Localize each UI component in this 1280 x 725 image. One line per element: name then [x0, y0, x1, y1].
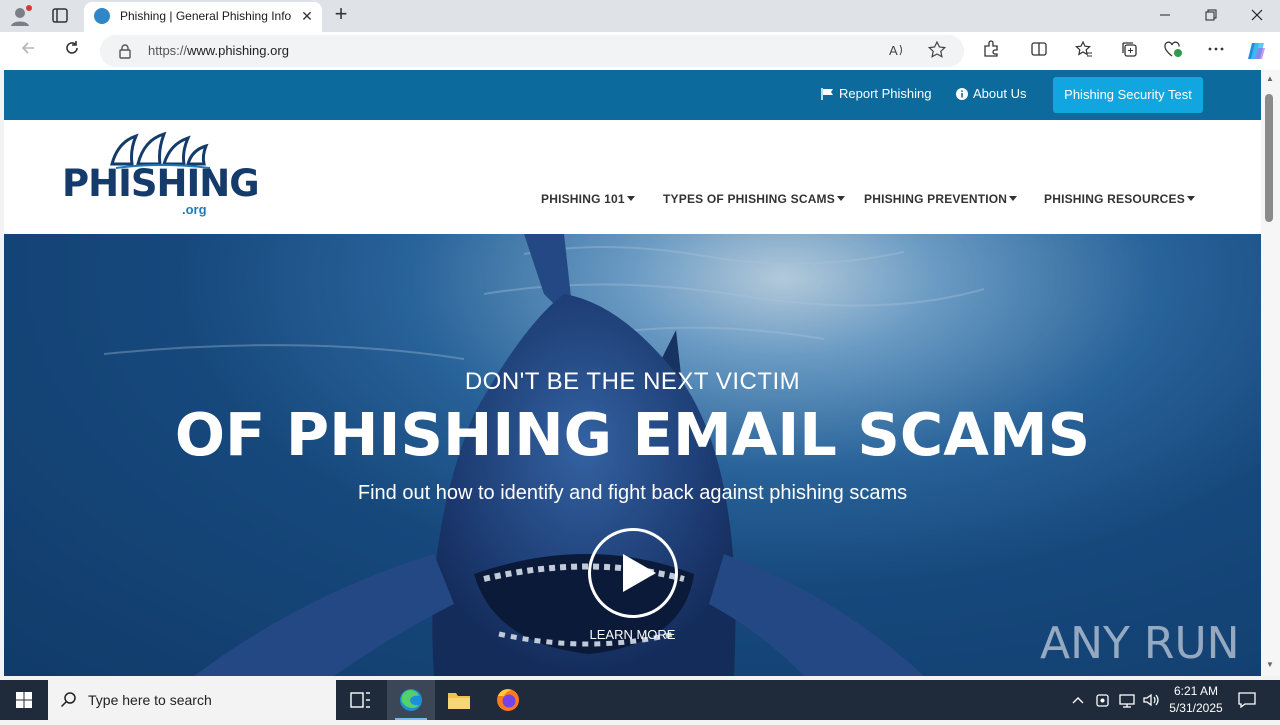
menu-phishing-prevention[interactable]: PHISHING PREVENTION [864, 192, 1018, 206]
logo-wordmark: PHISHING [62, 162, 260, 205]
minimize-button[interactable] [1150, 4, 1180, 28]
menu-phishing-resources[interactable]: PHISHING RESOURCES [1044, 192, 1195, 206]
volume-icon[interactable] [1141, 690, 1161, 710]
clock-date: 5/31/2025 [1169, 701, 1223, 715]
favorite-star-icon[interactable] [926, 40, 948, 61]
tab-close-icon[interactable]: ✕ [300, 9, 314, 23]
watermark-text: ANY RUN [1040, 618, 1238, 669]
browser-tab-active[interactable]: Phishing | General Phishing Infor ✕ [84, 2, 322, 32]
caret-down-icon [836, 196, 845, 201]
hero-title: OF PHISHING EMAIL SCAMS [174, 400, 1091, 469]
hero-banner: DON'T BE THE NEXT VICTIM OF PHISHING EMA… [4, 234, 1261, 676]
split-screen-icon[interactable] [1027, 40, 1051, 62]
browser-title-bar: Phishing | General Phishing Infor ✕ + [0, 0, 1280, 32]
back-arrow-icon[interactable] [14, 38, 42, 64]
file-explorer-icon[interactable] [435, 680, 483, 720]
menu-label: PHISHING RESOURCES [1044, 192, 1185, 206]
windows-taskbar: Type here to search 6:21 AM 5/31/2025 [0, 680, 1280, 720]
copilot-icon[interactable] [1245, 40, 1269, 62]
tray-overflow-chevron-icon[interactable] [1070, 690, 1086, 710]
taskbar-search-box[interactable]: Type here to search [48, 680, 336, 720]
caret-down-icon [1009, 196, 1018, 201]
more-options-icon[interactable] [1204, 40, 1228, 62]
browser-toolbar: https://www.phishing.org A [0, 32, 1280, 70]
site-favicon-icon [94, 8, 110, 24]
profile-icon[interactable] [8, 4, 34, 28]
flag-icon [821, 88, 833, 100]
top-utility-bar: Report Phishing About Us Phishing Securi… [4, 70, 1261, 120]
menu-label: PHISHING PREVENTION [864, 192, 1008, 206]
network-icon[interactable] [1117, 690, 1137, 710]
caret-down-icon [626, 196, 635, 201]
search-placeholder: Type here to search [88, 692, 212, 708]
tab-title: Phishing | General Phishing Infor [120, 9, 292, 23]
collections-icon[interactable] [1117, 40, 1141, 62]
menu-label: TYPES OF PHISHING SCAMS [663, 192, 835, 206]
site-header: PHISHING .org PHISHING 101 TYPES OF PHIS… [4, 120, 1261, 234]
caret-down-icon [1186, 196, 1195, 201]
play-icon [623, 554, 656, 592]
report-phishing-link[interactable]: Report Phishing [821, 86, 932, 101]
read-aloud-icon[interactable]: A [886, 41, 908, 61]
play-video-button[interactable] [588, 528, 678, 618]
windows-logo-icon [16, 692, 32, 708]
site-logo[interactable]: PHISHING .org [60, 132, 260, 217]
meet-now-icon[interactable] [1094, 690, 1112, 710]
info-icon [956, 88, 968, 100]
clock-time: 6:21 AM [1173, 684, 1219, 698]
about-us-label: About Us [973, 86, 1027, 101]
page-viewport: Report Phishing About Us Phishing Securi… [4, 70, 1261, 676]
firefox-icon[interactable] [484, 680, 532, 720]
phishing-security-test-button[interactable]: Phishing Security Test [1053, 77, 1203, 113]
system-clock[interactable]: 6:21 AM 5/31/2025 [1162, 683, 1230, 717]
scroll-up-arrow-icon[interactable]: ▲ [1264, 74, 1276, 84]
restore-button[interactable] [1196, 4, 1226, 28]
hero-subtitle: Find out how to identify and fight back … [357, 482, 908, 504]
menu-label: PHISHING 101 [541, 192, 625, 206]
close-window-button[interactable] [1242, 4, 1272, 28]
report-phishing-label: Report Phishing [839, 86, 932, 101]
page-scrollbar[interactable]: ▲ ▼ [1261, 70, 1280, 676]
logo-org-suffix: .org [182, 202, 207, 217]
menu-phishing-101[interactable]: PHISHING 101 [541, 192, 635, 206]
task-view-icon[interactable] [336, 680, 384, 720]
url-text[interactable]: https://www.phishing.org [148, 43, 289, 58]
menu-types-of-phishing-scams[interactable]: TYPES OF PHISHING SCAMS [663, 192, 845, 206]
scroll-down-arrow-icon[interactable]: ▼ [1264, 660, 1276, 670]
lock-icon[interactable] [118, 43, 132, 59]
about-us-link[interactable]: About Us [956, 86, 1026, 101]
anyrun-watermark-logo: ANY RUN [1040, 618, 1238, 669]
url-protocol: https:// [148, 43, 188, 58]
favorites-icon[interactable] [1072, 40, 1096, 62]
browser-essentials-icon[interactable] [1161, 40, 1185, 62]
tab-actions-icon[interactable] [48, 5, 72, 27]
new-tab-button[interactable]: + [330, 3, 352, 26]
search-icon [60, 692, 76, 708]
scrollbar-thumb[interactable] [1265, 94, 1273, 222]
hero-kicker: DON'T BE THE NEXT VICTIM [464, 368, 801, 395]
address-bar[interactable]: https://www.phishing.org A [100, 35, 964, 67]
svg-text:A: A [889, 43, 898, 58]
url-host: www.phishing.org [187, 43, 289, 58]
edge-taskbar-icon[interactable] [387, 680, 435, 720]
notifications-icon[interactable] [1236, 690, 1258, 710]
extensions-icon[interactable] [979, 40, 1003, 62]
refresh-icon[interactable] [58, 38, 86, 64]
start-button[interactable] [0, 680, 48, 720]
